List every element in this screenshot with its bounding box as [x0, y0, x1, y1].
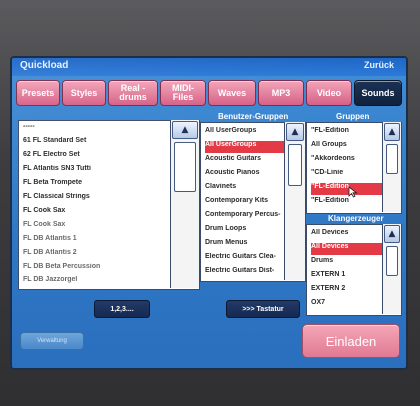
scroll-up-arrow-icon[interactable]: ▲ — [286, 123, 304, 141]
category-tabs: Presets Styles Real - drums MIDI- Files … — [16, 80, 402, 108]
numbers-button[interactable]: 1,2,3.... — [94, 300, 150, 318]
klangerzeuger-scrollbar[interactable]: ▲ — [382, 224, 401, 314]
back-button[interactable]: Zurück — [364, 60, 394, 70]
tab-video[interactable]: Video — [306, 80, 352, 106]
scroll-thumb[interactable] — [386, 144, 398, 174]
scroll-thumb[interactable] — [288, 144, 302, 186]
benutzer-gruppen-header: Benutzer-Gruppen — [218, 112, 289, 121]
scroll-up-arrow-icon[interactable]: ▲ — [172, 121, 198, 139]
gruppen-header: Gruppen — [336, 112, 370, 121]
klangerzeuger-header: Klangerzeuger — [328, 214, 384, 223]
tab-midifiles[interactable]: MIDI- Files — [160, 80, 206, 106]
quickload-screen: Quickload Zurück Presets Styles Real - d… — [10, 56, 408, 370]
einladen-button[interactable]: Einladen — [302, 324, 400, 358]
benutzer-gruppen-scrollbar[interactable]: ▲ — [284, 122, 305, 280]
scroll-thumb[interactable] — [174, 142, 196, 192]
title-bar: Quickload Zurück — [12, 58, 406, 76]
keyboard-button[interactable]: >>> Tastatur — [226, 300, 300, 318]
tab-presets[interactable]: Presets — [16, 80, 60, 106]
sound-list-scrollbar[interactable]: ▲ — [170, 120, 199, 288]
scroll-up-arrow-icon[interactable]: ▲ — [384, 225, 400, 243]
scroll-up-arrow-icon[interactable]: ▲ — [384, 123, 400, 141]
mouse-pointer-icon — [348, 186, 358, 198]
tab-sounds[interactable]: Sounds — [354, 80, 402, 106]
gruppen-scrollbar[interactable]: ▲ — [382, 122, 401, 212]
tab-styles[interactable]: Styles — [62, 80, 106, 106]
tab-mp3[interactable]: MP3 — [258, 80, 304, 106]
scroll-thumb[interactable] — [386, 246, 398, 276]
window-title: Quickload — [20, 60, 69, 71]
tab-realdrums[interactable]: Real - drums — [108, 80, 158, 106]
tab-waves[interactable]: Waves — [208, 80, 256, 106]
verwaltung-button[interactable]: Verwaltung — [20, 332, 84, 350]
